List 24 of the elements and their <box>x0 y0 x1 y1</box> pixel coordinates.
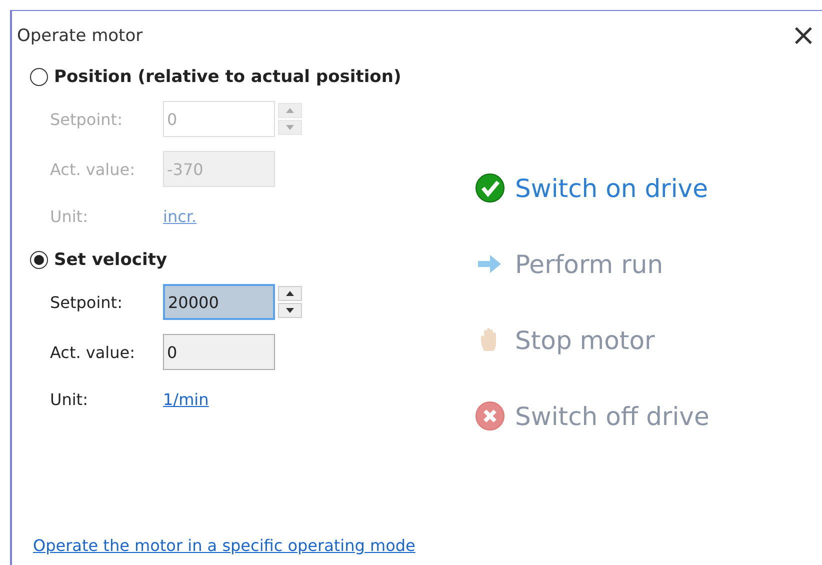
field-label: Act. value: <box>50 342 136 362</box>
help-link[interactable]: Operate the motor in a specific operating mode <box>33 536 416 555</box>
radio-button[interactable] <box>30 251 48 269</box>
up-triangle-icon <box>286 108 294 113</box>
actual-value-field: 0 <box>163 334 275 370</box>
close-button[interactable]: × <box>784 21 822 51</box>
radio-label: Set velocity <box>54 250 168 270</box>
checkmark-icon <box>475 173 505 203</box>
spinner-control[interactable] <box>278 286 302 318</box>
down-triangle-icon <box>286 125 294 130</box>
actual-value-field: -370 <box>163 151 275 187</box>
unit-link[interactable]: 1/min <box>163 384 475 409</box>
field-label: Setpoint: <box>50 292 124 312</box>
window-title: Operate motor <box>17 26 143 46</box>
field-label: Act. value: <box>50 160 136 178</box>
field-label: Unit: <box>50 389 89 409</box>
field-label: Unit: <box>50 206 89 226</box>
up-triangle-icon <box>286 291 294 296</box>
field-label: Setpoint: <box>50 110 124 128</box>
action-link[interactable]: Switch on drive <box>475 173 710 203</box>
radio-label: Position (relative to actual position) <box>54 67 402 87</box>
cross-icon <box>475 401 505 431</box>
setpoint-field[interactable]: 20000 <box>163 284 275 320</box>
down-triangle-icon <box>286 308 294 313</box>
